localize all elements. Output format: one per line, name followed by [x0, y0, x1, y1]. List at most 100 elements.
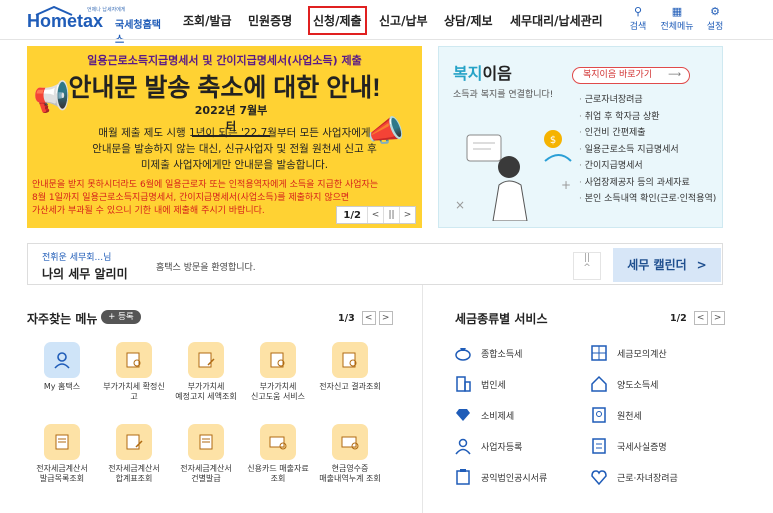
- service-consumption-tax[interactable]: 소비제세: [454, 406, 514, 424]
- prev-button[interactable]: <: [693, 311, 708, 325]
- service-label: 공익법인공시서류: [481, 473, 548, 484]
- receipt-icon: [188, 424, 224, 460]
- menu-einvoice-list[interactable]: 전자세금계산서 발급목록조회: [26, 424, 98, 484]
- next-button[interactable]: >: [378, 311, 393, 325]
- grid-icon: ▦: [671, 5, 683, 18]
- menu-label-line: 전자세금계산서: [108, 464, 160, 473]
- service-capital-gains[interactable]: 양도소득세: [590, 375, 658, 393]
- nav-inquiry[interactable]: 조회/발급: [183, 12, 232, 29]
- pause-button[interactable]: ||: [383, 207, 399, 223]
- welfare-link-button[interactable]: 복지이음 바로가기 ⟶: [572, 67, 690, 84]
- menu-einvoice-issue[interactable]: 전자세금계산서 건별발급: [170, 424, 242, 484]
- receipt-icon: [44, 424, 80, 460]
- service-withholding-tax[interactable]: 원천세: [590, 406, 642, 424]
- menu-label-line: 매출내역누계 조회: [319, 474, 381, 483]
- welcome-message: 홈택스 방문을 환영합니다.: [156, 263, 256, 273]
- hometax-logo[interactable]: 언제나 납세자에게 Hometax 국세청홈택스: [27, 6, 162, 46]
- menu-vat-help[interactable]: 부가가치세 신고도움 서비스: [242, 342, 314, 402]
- welfare-item[interactable]: 간이지급명세서: [579, 158, 716, 175]
- id-card-icon: [590, 406, 608, 424]
- service-business-registration[interactable]: 사업자등록: [454, 437, 522, 455]
- menu-label-line: 조회: [270, 474, 286, 483]
- menu-label-line: 전자세금계산서: [36, 464, 88, 473]
- menu-label-line: 합계표조회: [115, 474, 153, 483]
- svg-text:+: +: [561, 178, 571, 192]
- menu-label-line: 고: [130, 392, 138, 401]
- pause-icon[interactable]: ||: [574, 253, 600, 263]
- welfare-item[interactable]: 인건비 간편제출: [579, 125, 716, 142]
- nav-consult[interactable]: 상담/제보: [444, 12, 493, 29]
- menu-vat-final[interactable]: 부가가치세 확정신 고: [98, 342, 170, 402]
- user-name: 전휘운 세무회...님: [42, 253, 112, 263]
- next-button[interactable]: >: [710, 311, 725, 325]
- menu-label: 현금영수증 매출내역누계 조회: [314, 464, 386, 484]
- user-icon: [44, 342, 80, 378]
- search-button[interactable]: ⚲ 검색: [618, 6, 658, 33]
- service-label: 사업자등록: [481, 442, 523, 453]
- tax-calendar-button[interactable]: 세무 캘린더 >: [613, 248, 721, 282]
- service-public-corp-disclosure[interactable]: 공익법인공시서류: [454, 468, 547, 486]
- menu-label-line: 부가가치세: [187, 382, 225, 391]
- welfare-item[interactable]: 사업장제공자 등의 과세자료: [579, 175, 716, 192]
- welfare-item[interactable]: 취업 후 학자금 상환: [579, 109, 716, 126]
- next-button[interactable]: >: [399, 207, 415, 223]
- section-divider: [422, 285, 423, 513]
- menu-label-line: 전자세금계산서: [180, 464, 232, 473]
- services-pager: 1/2 < >: [670, 311, 725, 325]
- chevron-up-icon[interactable]: ^: [574, 263, 600, 273]
- welfare-item[interactable]: 일용근로소득 지급명세서: [579, 142, 716, 159]
- chevron-right-icon: >: [696, 258, 707, 272]
- menu-einvoice-summary[interactable]: 전자세금계산서 합계표조회: [98, 424, 170, 484]
- menu-label: 전자세금계산서 발급목록조회: [26, 464, 98, 484]
- menu-label: 전자신고 결과조회: [314, 382, 386, 392]
- certificate-icon: [590, 437, 608, 455]
- favorites-page: 1/3: [338, 312, 355, 324]
- money-bag-icon: [454, 344, 472, 362]
- card-search-icon: [332, 424, 368, 460]
- all-menu-label: 전체메뉴: [660, 22, 694, 32]
- all-menu-button[interactable]: ▦ 전체메뉴: [657, 5, 697, 33]
- menu-label: 전자세금계산서 합계표조회: [98, 464, 170, 484]
- service-tax-simulation[interactable]: 세금모의계산: [590, 344, 667, 362]
- service-corporate-tax[interactable]: 법인세: [454, 375, 506, 393]
- nav-certificate[interactable]: 민원증명: [248, 12, 292, 29]
- menu-my-hometax[interactable]: My 홈택스: [26, 342, 98, 392]
- nav-filing[interactable]: 신고/납부: [379, 12, 428, 29]
- banner-pager: 1/2 < || >: [336, 206, 416, 224]
- nav-tax-agent[interactable]: 세무대리/납세관리: [510, 12, 603, 29]
- notifier-title: 나의 세무 알리미: [42, 267, 128, 281]
- welfare-item[interactable]: 근로자녀장려금: [579, 92, 716, 109]
- menu-cash-receipt[interactable]: 현금영수증 매출내역누계 조회: [314, 424, 386, 484]
- menu-vat-preliminary[interactable]: 부가가치세 예정고지 세액조회: [170, 342, 242, 402]
- prev-button[interactable]: <: [361, 311, 376, 325]
- menu-card-sales[interactable]: 신용카드 매출자료 조회: [242, 424, 314, 484]
- menu-label-line: 전자신고 결과조회: [319, 382, 381, 391]
- search-label: 검색: [629, 22, 647, 32]
- nav-application[interactable]: 신청/제출: [308, 6, 367, 35]
- menu-label: My 홈택스: [26, 382, 98, 392]
- header: 언제나 납세자에게 Hometax 국세청홈택스 조회/발급 민원증명 신청/제…: [0, 0, 773, 46]
- welfare-subtitle: 소득과 복지를 연결합니다!: [453, 90, 554, 100]
- welfare-list: 근로자녀장려금 취업 후 학자금 상환 인건비 간편제출 일용근로소득 지급명세…: [579, 92, 717, 208]
- menu-label: 전자세금계산서 건별발급: [170, 464, 242, 484]
- notifier-controls: || ^: [573, 252, 601, 280]
- banner-body-line: 매월 제출 제도 시행 1년이 되는 '22.7월부터 모든 사업자에게: [98, 127, 371, 139]
- document-search-icon: [260, 342, 296, 378]
- menu-label-line: 건별발급: [191, 474, 221, 483]
- notice-banner[interactable]: 📢 📣 일용근로소득지급명세서 및 간이지급명세서(사업소득) 제출 안내문 발…: [27, 46, 422, 228]
- card-search-icon: [260, 424, 296, 460]
- gear-icon: ⚙: [710, 5, 720, 18]
- menu-label-line: My 홈택스: [43, 382, 81, 391]
- banner-body: 매월 제출 제도 시행 1년이 되는 '22.7월부터 모든 사업자에게 안내문…: [87, 125, 382, 173]
- prev-button[interactable]: <: [367, 207, 383, 223]
- document-search-icon: [332, 342, 368, 378]
- service-label: 양도소득세: [617, 380, 659, 391]
- service-earned-income-credit[interactable]: 근로·자녀장려금: [590, 468, 678, 486]
- menu-efiling-result[interactable]: 전자신고 결과조회: [314, 342, 386, 392]
- service-tax-certificate[interactable]: 국세사실증명: [590, 437, 667, 455]
- service-global-income[interactable]: 종합소득세: [454, 344, 522, 362]
- welfare-item[interactable]: 본인 소득내역 확인(근로·인적용역): [579, 191, 717, 208]
- add-favorite-button[interactable]: + 등록: [101, 310, 141, 324]
- settings-button[interactable]: ⚙ 설정: [695, 5, 735, 33]
- menu-label-line: 부가가치세 확정신: [103, 382, 165, 391]
